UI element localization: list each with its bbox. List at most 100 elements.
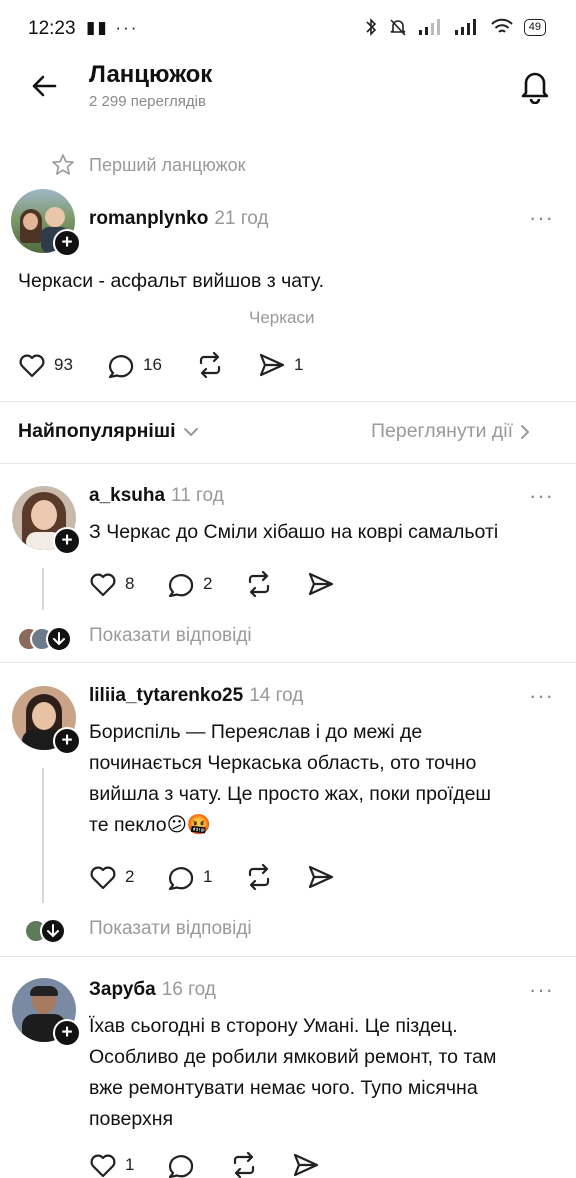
post-share-button[interactable]: 1 — [258, 352, 303, 378]
reply-text-line: вийшла з чату. Це просто жах, поки проїд… — [89, 783, 492, 805]
post-text: Черкаси - асфальт вийшов з чату. — [18, 270, 325, 292]
repost-icon — [248, 571, 270, 597]
back-arrow-icon[interactable] — [30, 72, 58, 100]
expand-down-icon — [40, 918, 66, 944]
reply-like-button[interactable]: 1 — [89, 1152, 134, 1178]
view-count: 2 299 переглядів — [89, 93, 206, 110]
reply-like-button[interactable]: 2 — [89, 864, 134, 890]
status-bar: 12:23 ▮▮ ··· 49 — [0, 0, 576, 60]
post-more-icon[interactable]: ··· — [529, 205, 554, 231]
reply-text-line: вже ремонтувати немає чого. Тупо місячна — [89, 1077, 478, 1099]
comment-icon — [168, 574, 194, 597]
replier-avatars[interactable] — [24, 918, 68, 944]
sort-label: Найпопулярніші — [18, 420, 176, 442]
reply-comment-button[interactable]: 2 — [167, 571, 212, 597]
chevron-right-icon — [521, 424, 530, 439]
follow-plus-icon[interactable]: + — [53, 1019, 81, 1047]
post-comment-button[interactable]: 16 — [107, 352, 162, 378]
chevron-down-icon — [183, 427, 198, 436]
location-tag[interactable]: Черкаси — [249, 308, 315, 328]
post-comment-count: 16 — [143, 355, 162, 374]
follow-plus-icon[interactable]: + — [53, 727, 81, 755]
heart-icon — [90, 573, 116, 597]
reply-text: Їхав сьогодні в сторону Умані. Це піздец… — [89, 1011, 496, 1135]
reply-like-count: 8 — [125, 574, 135, 593]
reply-repost-button[interactable] — [245, 864, 273, 890]
divider — [0, 463, 576, 464]
reply-text: З Черкас до Сміли хібашо на коврі самаль… — [89, 521, 499, 543]
comment-icon — [168, 867, 194, 890]
reply-comment-button[interactable]: 1 — [167, 864, 212, 890]
first-thread-label: Перший ланцюжок — [89, 155, 246, 175]
signal-1-icon — [418, 19, 440, 35]
reply-author-line: liliia_tytarenko25 14 год — [89, 685, 303, 707]
reply-text-line: те пекло😕🤬 — [89, 814, 212, 836]
view-activity-label: Переглянути дії — [371, 420, 514, 442]
send-icon — [308, 572, 334, 596]
reply-comment-count: 1 — [203, 867, 213, 886]
post-like-button[interactable]: 93 — [18, 352, 73, 378]
wifi-icon — [491, 18, 513, 33]
battery-indicator: 49 — [523, 18, 546, 36]
thread-line — [42, 768, 44, 903]
heart-icon — [19, 354, 45, 378]
reply-share-button[interactable] — [292, 1152, 320, 1178]
reply-text-line: Бориспіль — Переяслав і до межі де — [89, 721, 423, 743]
reply-share-button[interactable] — [307, 571, 335, 597]
reply-text-line: Їхав сьогодні в сторону Умані. Це піздец… — [89, 1015, 458, 1037]
reply-more-icon[interactable]: ··· — [529, 977, 554, 1003]
post-username[interactable]: romanplynko — [89, 208, 208, 229]
reply-username[interactable]: Заруба — [89, 979, 156, 1000]
show-replies-link[interactable]: Показати відповіді — [89, 625, 252, 647]
status-notification-icons: ▮▮ ··· — [86, 18, 139, 37]
status-time: 12:23 — [28, 18, 76, 39]
post-time: 21 год — [214, 208, 269, 229]
reply-username[interactable]: a_ksuha — [89, 485, 165, 506]
reply-text: Бориспіль — Переяслав і до межі де почин… — [89, 717, 491, 841]
mute-icon — [390, 19, 406, 36]
star-icon — [52, 154, 74, 175]
post-share-count: 1 — [294, 355, 304, 374]
bell-icon[interactable] — [518, 68, 552, 104]
send-icon — [259, 353, 285, 377]
sort-dropdown[interactable]: Найпопулярніші — [18, 420, 200, 443]
reply-text-line: Особливо де робили ямковий ремонт, то та… — [89, 1046, 497, 1068]
send-icon — [308, 865, 334, 889]
reply-author-line: a_ksuha 11 год — [89, 485, 224, 507]
reply-more-icon[interactable]: ··· — [529, 683, 554, 709]
post-repost-button[interactable] — [196, 352, 224, 378]
repost-icon — [199, 352, 221, 378]
reply-repost-button[interactable] — [245, 571, 273, 597]
expand-down-icon — [46, 626, 72, 652]
thread-line — [42, 568, 44, 610]
reply-repost-button[interactable] — [230, 1152, 258, 1178]
signal-2-icon — [454, 19, 476, 35]
reply-time: 14 год — [249, 685, 304, 706]
bluetooth-icon — [366, 18, 376, 36]
reply-comment-button[interactable] — [167, 1152, 195, 1178]
view-activity-link[interactable]: Переглянути дії — [371, 420, 531, 443]
post-like-count: 93 — [54, 355, 73, 374]
follow-plus-icon[interactable]: + — [53, 527, 81, 555]
reply-time: 11 год — [171, 485, 224, 506]
status-right-icons: 49 — [364, 17, 546, 37]
reply-more-icon[interactable]: ··· — [529, 483, 554, 509]
divider — [0, 401, 576, 402]
follow-plus-icon[interactable]: + — [53, 229, 81, 257]
reply-text-line: поверхня — [89, 1108, 174, 1130]
reply-like-count: 2 — [125, 867, 135, 886]
comment-icon — [168, 1155, 194, 1178]
heart-icon — [90, 866, 116, 890]
replier-avatars[interactable] — [17, 626, 73, 652]
reply-username[interactable]: liliia_tytarenko25 — [89, 685, 243, 706]
reply-like-count: 1 — [125, 1155, 135, 1174]
divider — [0, 662, 576, 663]
repost-icon — [248, 864, 270, 890]
repost-icon — [233, 1152, 255, 1178]
reply-author-line: Заруба 16 год — [89, 979, 216, 1001]
reply-comment-count: 2 — [203, 574, 213, 593]
post-author-line: romanplynko 21 год — [89, 208, 268, 230]
show-replies-link[interactable]: Показати відповіді — [89, 918, 252, 940]
reply-share-button[interactable] — [307, 864, 335, 890]
reply-like-button[interactable]: 8 — [89, 571, 134, 597]
